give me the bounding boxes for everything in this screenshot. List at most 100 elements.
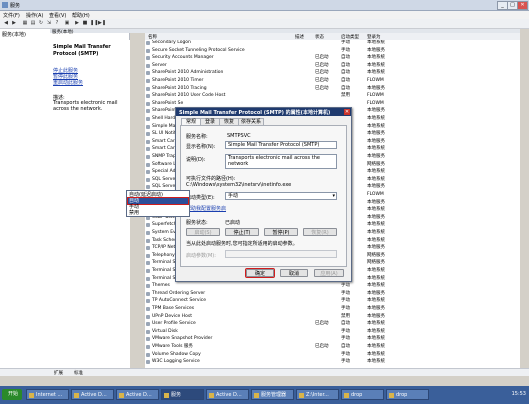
stop-service-icon[interactable]: ■ (82, 20, 88, 26)
service-logon: 本地服务 (367, 85, 385, 91)
service-logon: 本地服务 (367, 108, 385, 114)
service-row[interactable]: Server 已启动 自动 本地系统 (145, 63, 520, 69)
service-startup: 手动 (341, 47, 350, 53)
service-logon: 本地系统 (367, 336, 385, 342)
tree-node-services-local[interactable]: 服务(本地) (2, 31, 26, 38)
forward-icon[interactable]: ▶ (11, 20, 17, 26)
service-logon: 本地系统 (367, 283, 385, 289)
service-gear-icon (146, 246, 150, 251)
ok-button[interactable]: 确定 (245, 268, 275, 278)
details-icon[interactable]: ▣ (64, 20, 70, 26)
start-params-input[interactable] (225, 250, 337, 258)
service-row[interactable]: User Profile Service 已启动 自动 本地系统 (145, 321, 520, 327)
taskbar-item[interactable]: 服务管理器 (251, 389, 294, 400)
taskbar-item[interactable]: Z:\Inter... (296, 389, 339, 400)
stop-button[interactable]: 停止(T) (225, 228, 259, 236)
pause-service-icon[interactable]: ❚❚ (90, 20, 98, 26)
back-icon[interactable]: ◀ (3, 20, 9, 26)
taskbar-item-label: Active D... (126, 392, 152, 398)
service-row[interactable]: Secure Socket Tunneling Protocol Service… (145, 48, 520, 54)
service-row[interactable]: SharePoint Se FLOWM (145, 101, 520, 107)
service-row[interactable]: Thread Ordering Server 手动 本地服务 (145, 291, 520, 297)
service-startup: 自动 (341, 78, 350, 83)
service-gear-icon (146, 117, 150, 121)
help-configure-link[interactable]: 帮助我配置服务启 (186, 205, 226, 212)
pane-title: 服务(本地) (52, 30, 74, 35)
menu-file[interactable]: 文件(F) (3, 12, 20, 19)
startup-option-disabled[interactable]: 禁用 (128, 210, 188, 216)
service-row[interactable]: TPM Base Services 手动 本地服务 (145, 306, 520, 312)
service-name: SharePoint 2010 Tracing (152, 85, 207, 91)
taskbar-item[interactable]: Internet ... (26, 389, 69, 400)
service-row[interactable]: Themes 手动 本地系统 (145, 283, 520, 289)
menu-view[interactable]: 查看(V) (49, 12, 66, 19)
taskbar-item-label: Active D... (216, 392, 242, 398)
service-logon: 本地系统 (367, 176, 385, 182)
service-row[interactable]: SharePoint 2010 User Code Host 禁用 FLOWM (145, 93, 520, 99)
service-logon: FLOWM (367, 192, 384, 197)
taskbar-app-icon (29, 393, 34, 398)
service-logon: 本地服务 (367, 131, 385, 137)
startup-type-select[interactable]: 手动 ▾ (225, 192, 337, 200)
display-name-field[interactable]: Simple Mail Transfer Protocol (SMTP) (225, 141, 337, 149)
description-field[interactable]: Transports electronic mail across the ne… (225, 154, 337, 169)
service-row[interactable]: Secondary Logon 手动 本地系统 (145, 40, 520, 46)
service-name: SL UI Notifi (152, 131, 177, 137)
chevron-down-icon[interactable]: ▾ (332, 193, 335, 199)
taskbar-item-label: 服务管理器 (261, 392, 287, 398)
dialog-close-button[interactable]: ✕ (344, 109, 350, 115)
help-icon[interactable]: ? (54, 20, 60, 26)
close-button[interactable]: ✕ (517, 1, 528, 10)
service-gear-icon (146, 86, 150, 91)
taskbar-item[interactable]: 服务 (161, 389, 204, 400)
service-name: Virtual Disk (152, 328, 178, 334)
menu-help[interactable]: 帮助(H) (72, 12, 90, 19)
menu-action[interactable]: 操作(A) (26, 12, 43, 19)
service-row[interactable]: Virtual Disk 手动 本地系统 (145, 329, 520, 335)
service-row[interactable]: Volume Shadow Copy 手动 本地系统 (145, 352, 520, 358)
export-icon[interactable]: ⇲ (46, 20, 52, 26)
taskbar-item[interactable]: drop (341, 389, 384, 400)
restart-service-link[interactable]: 重启动此服务 (53, 79, 83, 86)
service-logon: 本地系统 (367, 146, 385, 152)
service-status-label: 服务状态: (186, 220, 208, 226)
service-name: TP AutoConnect Service (152, 298, 207, 304)
service-row[interactable]: SharePoint 2010 Timer 已启动 自动 FLOWM (145, 78, 520, 84)
resume-button[interactable]: 恢复(R) (303, 228, 337, 236)
console-tree-icon[interactable]: ▦ (22, 20, 28, 26)
start-button[interactable]: 启动(S) (186, 228, 220, 236)
service-row[interactable]: TP AutoConnect Service 手动 本地系统 (145, 298, 520, 304)
service-startup: 自动 (341, 85, 350, 91)
service-logon: 本地系统 (367, 123, 385, 129)
taskbar-item[interactable]: Active D... (71, 389, 114, 400)
service-startup: 手动 (341, 336, 350, 342)
taskbar-item-label: Internet ... (36, 392, 63, 398)
taskbar-item[interactable]: Active D... (206, 389, 249, 400)
service-row[interactable]: VMware Tools 服务 已启动 自动 本地系统 (145, 344, 520, 350)
service-row[interactable]: UPnP Device Host 禁用 本地服务 (145, 314, 520, 320)
service-row[interactable]: W3C Logging Service 手动 本地系统 (145, 359, 520, 365)
service-name: User Profile Service (152, 321, 196, 327)
taskbar-item[interactable]: Active D... (116, 389, 159, 400)
taskbar: 开始 Internet ... Active D... Active D... 服务 A… (0, 386, 529, 404)
apply-button[interactable]: 应用(A) (314, 269, 344, 277)
cancel-button[interactable]: 取消 (280, 269, 308, 277)
service-row[interactable]: VMware Snapshot Provider 手动 本地系统 (145, 336, 520, 342)
service-gear-icon (146, 291, 150, 296)
taskbar-item[interactable]: drop (386, 389, 429, 400)
start-button-taskbar[interactable]: 开始 (2, 389, 22, 400)
service-startup: 手动 (341, 328, 350, 334)
properties-icon[interactable]: ▤ (30, 20, 36, 26)
service-row[interactable]: Security Accounts Manager 已启动 自动 本地系统 (145, 55, 520, 61)
service-gear-icon (146, 94, 150, 99)
pause-button[interactable]: 暂停(P) (264, 228, 298, 236)
restart-service-icon[interactable]: ▶❚ (98, 20, 106, 26)
service-status: 已启动 (315, 321, 329, 327)
service-gear-icon (146, 170, 150, 175)
start-service-icon[interactable]: ▶ (74, 20, 80, 26)
taskbar-item-label: drop (351, 392, 363, 398)
service-row[interactable]: SharePoint 2010 Tracing 已启动 自动 本地服务 (145, 86, 520, 92)
service-row[interactable]: SharePoint 2010 Administration 已启动 自动 本地系统 (145, 70, 520, 76)
refresh-icon[interactable]: ↻ (38, 20, 44, 26)
service-startup: 手动 (341, 283, 350, 289)
